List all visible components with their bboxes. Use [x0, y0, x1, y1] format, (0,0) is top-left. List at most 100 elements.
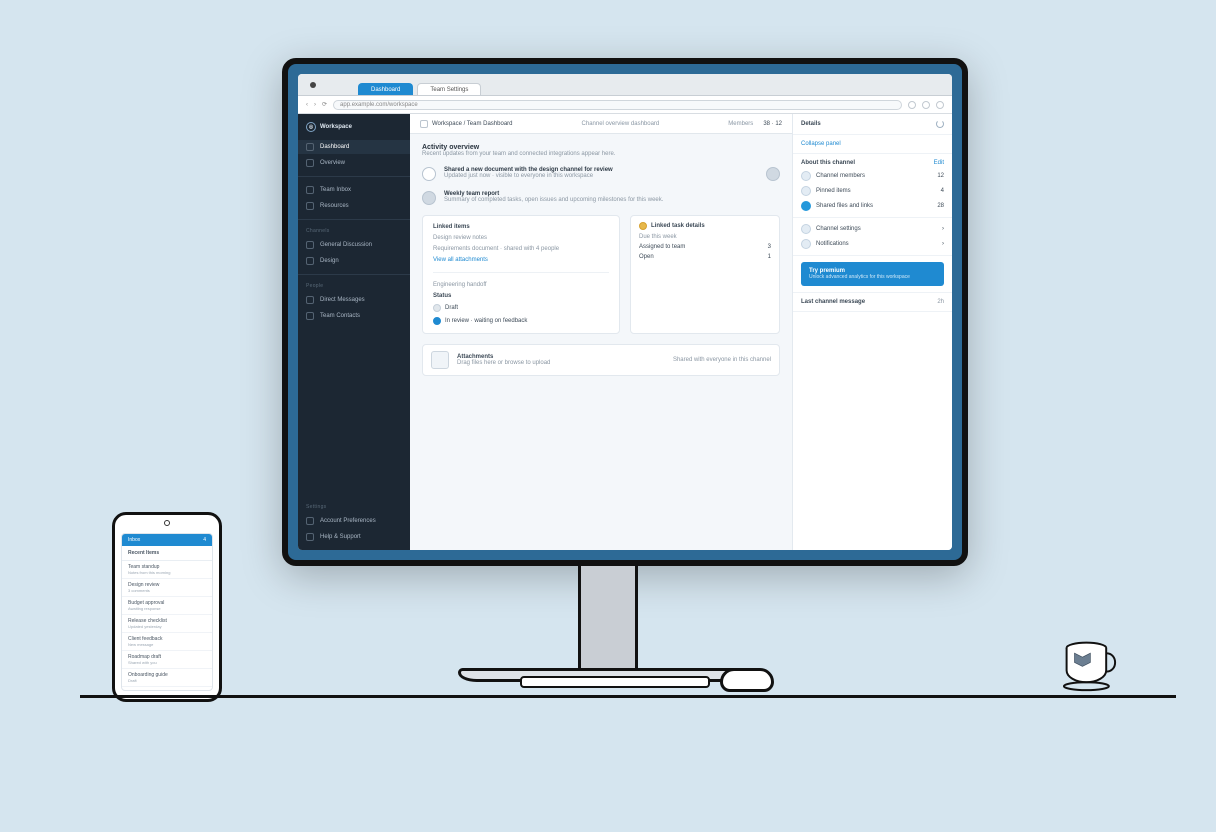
cta-sub: Unlock advanced analytics for this works… [809, 274, 936, 280]
hash-icon [306, 241, 314, 249]
content-scroll[interactable]: Activity overview Recent updates from yo… [410, 134, 792, 550]
phone-list-item[interactable]: Onboarding guideDraft [122, 669, 212, 687]
reaction-icon[interactable] [766, 167, 780, 181]
rp-row[interactable]: Pinned items4 [801, 186, 944, 196]
avatar [422, 167, 436, 181]
gear-icon [306, 517, 314, 525]
section-subtitle: Recent updates from your team and connec… [422, 151, 780, 157]
mini-card-row[interactable]: Open1 [639, 254, 771, 260]
card-link[interactable]: View all attachments [433, 257, 609, 263]
sidebar-group-label: Channels [298, 226, 410, 236]
rp-row[interactable]: Channel members12 [801, 171, 944, 181]
chevron-right-icon: › [942, 226, 944, 232]
sidebar-item-help[interactable]: Help & Support [298, 530, 410, 544]
profile-avatar-icon[interactable] [936, 101, 944, 109]
edit-link[interactable]: Edit [934, 160, 944, 166]
card-row[interactable]: Design review notes [433, 235, 609, 241]
hash-icon [306, 257, 314, 265]
rp-section-title: About this channel [801, 160, 855, 166]
sidebar-item-channel[interactable]: General Discussion [298, 238, 410, 252]
app-shell: ◎ Workspace Dashboard Overview Team Inbo… [298, 114, 952, 550]
mini-card-row[interactable]: Assigned to team3 [639, 244, 771, 250]
divider [298, 219, 410, 220]
toolbar-right-label: Members [728, 121, 753, 127]
chevron-right-icon: › [942, 241, 944, 247]
feed-item[interactable]: Shared a new document with the design ch… [422, 167, 780, 181]
attachment-thumb-icon [431, 351, 449, 369]
forward-icon[interactable]: › [314, 102, 316, 108]
feed-desc: Updated just now · visible to everyone i… [444, 173, 758, 179]
phone-list-item[interactable]: Team standupNotes from this morning [122, 561, 212, 579]
status-pill[interactable]: Draft [433, 304, 609, 312]
sidebar-item-dashboard[interactable]: Dashboard [298, 140, 410, 154]
sidebar-item-resources[interactable]: Resources [298, 199, 410, 213]
attachments-sub: Drag files here or browse to upload [457, 360, 665, 366]
status-pill[interactable]: In review · waiting on feedback [433, 317, 609, 325]
status-label: Status [433, 293, 609, 299]
sidebar-item-channel[interactable]: Design [298, 254, 410, 268]
brand[interactable]: ◎ Workspace [298, 120, 410, 138]
phone-section-title: Recent Items [122, 546, 212, 561]
url-text: app.example.com/workspace [340, 102, 418, 108]
phone-list-item[interactable]: Roadmap draftShared with you [122, 651, 212, 669]
attachments-row[interactable]: Attachments Drag files here or browse to… [422, 344, 780, 376]
sidebar-item-dm[interactable]: Direct Messages [298, 293, 410, 307]
tab-label: Dashboard [371, 87, 400, 93]
sidebar-group-label: Settings [298, 502, 410, 512]
page-icon [420, 120, 428, 128]
bell-icon [801, 239, 811, 249]
sidebar: ◎ Workspace Dashboard Overview Team Inbo… [298, 114, 410, 550]
reload-icon[interactable]: ⟳ [322, 101, 327, 108]
sidebar-item-account[interactable]: Account Preferences [298, 514, 410, 528]
phone-list-item[interactable]: Client feedbackNew message [122, 633, 212, 651]
breadcrumb-text: Workspace / Team Dashboard [432, 121, 512, 127]
mouse [720, 668, 774, 692]
phone-header-title: Inbox [128, 537, 140, 543]
keyboard [520, 676, 710, 688]
toolbar-right-meta: 38 · 12 [763, 121, 782, 127]
mini-card-header: Linked task details [639, 222, 771, 230]
right-panel-header: Details [793, 114, 952, 135]
feed-item[interactable]: Weekly team report Summary of completed … [422, 191, 780, 205]
phone-list-item[interactable]: Design review3 comments [122, 579, 212, 597]
address-bar[interactable]: app.example.com/workspace [333, 100, 902, 110]
avatar [422, 191, 436, 205]
tab-label: Team Settings [430, 87, 468, 93]
sidebar-item-contacts[interactable]: Team Contacts [298, 309, 410, 323]
desk-edge [80, 695, 1176, 698]
brand-logo-icon: ◎ [306, 122, 316, 132]
window-control-icon[interactable] [310, 82, 316, 88]
breadcrumb[interactable]: Workspace / Team Dashboard [420, 120, 512, 128]
sidebar-item-overview[interactable]: Overview [298, 156, 410, 170]
main-column: Workspace / Team Dashboard Channel overv… [410, 114, 792, 550]
card-row[interactable]: Requirements document · shared with 4 pe… [433, 246, 609, 252]
help-icon [306, 533, 314, 541]
phone-list-item[interactable]: Budget approvalAwaiting response [122, 597, 212, 615]
chat-icon [306, 296, 314, 304]
browser-tab[interactable]: Team Settings [417, 83, 481, 95]
phone-list-item[interactable]: Release checklistUpdated yesterday [122, 615, 212, 633]
warning-dot-icon [639, 222, 647, 230]
coffee-mug-icon [1060, 640, 1126, 692]
rp-row[interactable]: Channel settings› [801, 224, 944, 234]
collapse-link[interactable]: Collapse panel [801, 141, 944, 147]
users-icon [306, 312, 314, 320]
extension-icon[interactable] [922, 101, 930, 109]
extension-icon[interactable] [908, 101, 916, 109]
back-icon[interactable]: ‹ [306, 102, 308, 108]
browser-tabstrip: Dashboard Team Settings [298, 74, 952, 96]
sidebar-group-label: People [298, 281, 410, 291]
spinner-icon [936, 120, 944, 128]
monitor-stand [578, 566, 638, 670]
toolbar-center-text: Channel overview dashboard [582, 121, 660, 127]
rp-row[interactable]: Shared files and links28 [801, 201, 944, 211]
phone-frame: Inbox 4 Recent Items Team standupNotes f… [112, 512, 222, 702]
right-panel: Details Collapse panel About this channe… [792, 114, 952, 550]
folder-icon [306, 202, 314, 210]
rp-row[interactable]: Last channel message2h [801, 299, 944, 305]
premium-cta[interactable]: Try premium Unlock advanced analytics fo… [801, 262, 944, 286]
rp-row[interactable]: Notifications› [801, 239, 944, 249]
card-row[interactable]: Engineering handoff [433, 282, 609, 288]
sidebar-item-inbox[interactable]: Team Inbox [298, 183, 410, 197]
browser-tab-active[interactable]: Dashboard [358, 83, 413, 95]
